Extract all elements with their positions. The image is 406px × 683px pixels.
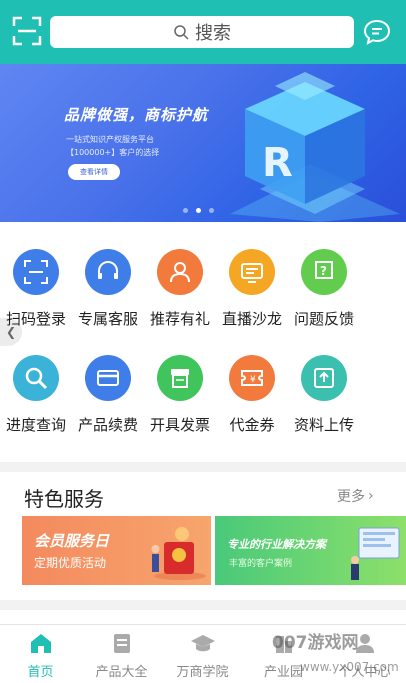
banner-subtitle-2: 【100000+】客户的选择 bbox=[66, 148, 160, 157]
watermark-url: www.yx007.com bbox=[300, 660, 399, 674]
grid-item-live-salon[interactable]: 直播沙龙 bbox=[216, 249, 288, 329]
grid-item-label: 产品续费 bbox=[77, 416, 138, 434]
coupon-icon: ¥ bbox=[229, 355, 275, 401]
headset-icon bbox=[85, 249, 131, 295]
svg-text:R: R bbox=[262, 140, 293, 186]
quick-actions-row-1: 扫码登录 专属客服 推荐有礼 直播沙龙 ? 问题反馈 bbox=[0, 249, 406, 329]
grid-item-referral[interactable]: 推荐有礼 bbox=[144, 249, 216, 329]
banner-subtitle: 一站式知识产权服务平台 bbox=[66, 135, 154, 144]
nav-home[interactable]: 首页 bbox=[0, 625, 81, 683]
nav-label: 首页 bbox=[27, 665, 54, 680]
grid-item-label: 直播沙龙 bbox=[221, 310, 282, 328]
grid-item-voucher[interactable]: ¥ 代金券 bbox=[216, 355, 288, 435]
grid-item-invoice[interactable]: 开具发票 bbox=[144, 355, 216, 435]
more-link[interactable]: 更多 › bbox=[337, 486, 374, 506]
document-icon bbox=[109, 631, 135, 655]
grid-item-scan-login[interactable]: 扫码登录 bbox=[0, 249, 72, 329]
home-icon bbox=[28, 631, 54, 655]
banner-detail-button[interactable]: 查看详情 bbox=[68, 164, 120, 180]
computer-illustration bbox=[351, 527, 400, 580]
nav-academy[interactable]: 万商学院 bbox=[162, 625, 243, 683]
quick-actions-row-2: 进度查询 产品续费 开具发票 ¥ 代金券 资料上传 bbox=[0, 355, 406, 435]
grid-item-label: 专属客服 bbox=[77, 310, 138, 328]
search-placeholder: 搜索 bbox=[195, 23, 231, 44]
nav-products[interactable]: 产品大全 bbox=[81, 625, 162, 683]
carousel-dot[interactable] bbox=[183, 208, 188, 213]
card-title: 专业的行业解决方案 bbox=[227, 538, 326, 551]
svg-text:¥: ¥ bbox=[250, 375, 256, 385]
gift-illustration bbox=[151, 527, 206, 580]
section-divider bbox=[0, 600, 406, 610]
grid-item-label: 问题反馈 bbox=[293, 310, 354, 328]
promo-banner[interactable]: 品牌做强，商标护航 一站式知识产权服务平台 【100000+】客户的选择 查看详… bbox=[0, 64, 406, 222]
nav-label: 产品大全 bbox=[95, 665, 148, 680]
grid-item-label: 资料上传 bbox=[293, 416, 354, 434]
grid-item-customer-service[interactable]: 专属客服 bbox=[72, 249, 144, 329]
carousel-dot[interactable] bbox=[209, 208, 214, 213]
scan-icon[interactable] bbox=[12, 16, 42, 46]
card-subtitle: 定期优质活动 bbox=[34, 556, 107, 570]
chevron-right-icon: › bbox=[368, 488, 374, 504]
section-divider bbox=[0, 462, 406, 472]
scan-icon bbox=[13, 249, 59, 295]
message-icon[interactable] bbox=[362, 17, 392, 47]
search-icon bbox=[174, 25, 189, 40]
grid-item-label: 扫码登录 bbox=[5, 310, 66, 328]
grid-item-label: 开具发票 bbox=[149, 416, 210, 434]
member-day-card[interactable]: 会员服务日 定期优质活动 bbox=[22, 516, 211, 585]
top-bar: 搜索 bbox=[0, 0, 406, 64]
svg-text:?: ? bbox=[320, 264, 327, 278]
grid-item-label: 进度查询 bbox=[5, 416, 66, 434]
user-icon bbox=[157, 249, 203, 295]
live-icon bbox=[229, 249, 275, 295]
card-icon bbox=[85, 355, 131, 401]
search-input[interactable]: 搜索 bbox=[50, 16, 354, 48]
nav-label: 万商学院 bbox=[176, 665, 229, 680]
grid-item-progress-query[interactable]: 进度查询 bbox=[0, 355, 72, 435]
industry-solution-card[interactable]: 专业的行业解决方案 丰富的客户案例 bbox=[215, 516, 406, 585]
graduation-cap-icon bbox=[190, 631, 216, 655]
grid-item-feedback[interactable]: ? 问题反馈 bbox=[288, 249, 360, 329]
carousel-dot-active[interactable] bbox=[196, 208, 201, 213]
upload-icon bbox=[301, 355, 347, 401]
banner-headline: 品牌做强，商标护航 bbox=[64, 106, 209, 124]
grid-item-upload[interactable]: 资料上传 bbox=[288, 355, 360, 435]
grid-item-renewal[interactable]: 产品续费 bbox=[72, 355, 144, 435]
grid-item-label: 代金券 bbox=[229, 416, 275, 434]
card-subtitle: 丰富的客户案例 bbox=[229, 559, 293, 569]
featured-title: 特色服务 bbox=[24, 487, 104, 511]
question-icon: ? bbox=[301, 249, 347, 295]
watermark-text: 007游戏网 bbox=[272, 633, 359, 653]
trademark-cube-illustration: R bbox=[230, 72, 400, 222]
magnifier-icon bbox=[13, 355, 59, 401]
invoice-icon bbox=[157, 355, 203, 401]
grid-item-label: 推荐有礼 bbox=[149, 310, 210, 328]
carousel-indicator bbox=[183, 208, 214, 213]
more-label: 更多 bbox=[337, 489, 365, 505]
nav-label: 产业园 bbox=[263, 665, 303, 680]
card-title: 会员服务日 bbox=[34, 532, 110, 550]
